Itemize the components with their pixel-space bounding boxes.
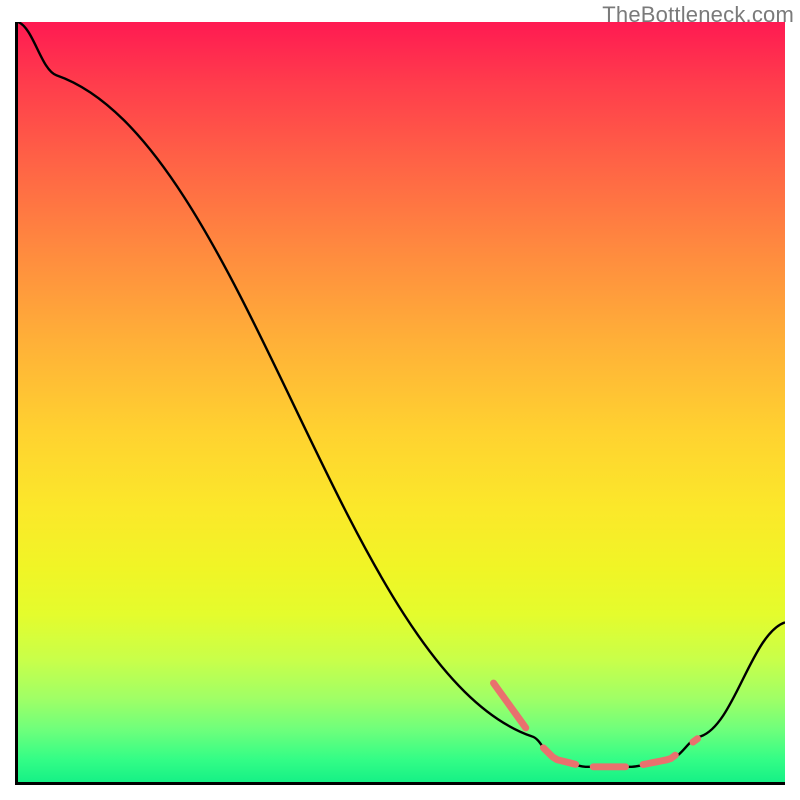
- curve-overlay: [18, 22, 785, 782]
- bottleneck-curve: [18, 22, 785, 767]
- chart-canvas: TheBottleneck.com: [0, 0, 800, 800]
- optimal-range-highlight: [494, 683, 698, 767]
- plot-frame: [15, 22, 785, 785]
- optimal-range-dash: [643, 755, 675, 764]
- optimal-range-dash: [494, 683, 526, 728]
- optimal-range-dash: [543, 748, 575, 765]
- optimal-range-dash: [693, 739, 698, 742]
